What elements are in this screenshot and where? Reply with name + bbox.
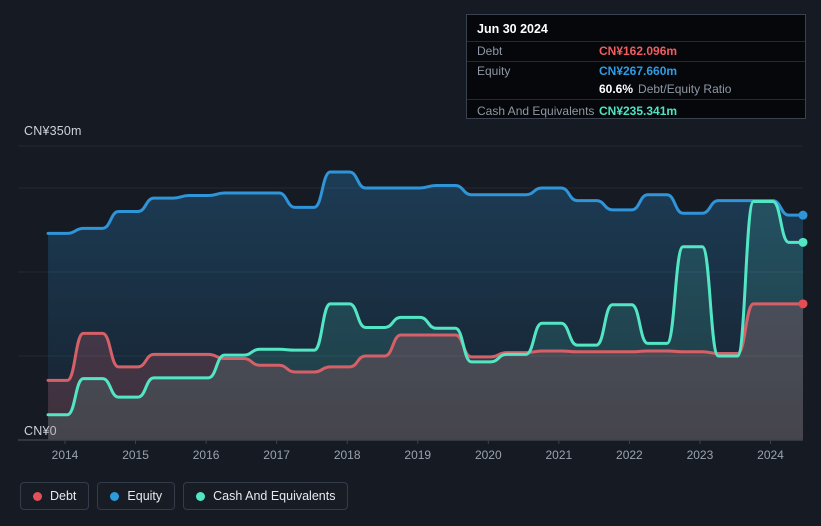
legend-item-debt[interactable]: Debt [20, 482, 90, 510]
tooltip-ratio-pct: 60.6% [599, 82, 634, 96]
x-axis-label-2019: 2019 [404, 448, 432, 462]
cash-and-equivalents-endpoint-dot [798, 237, 808, 247]
x-axis-label-2021: 2021 [545, 448, 573, 462]
x-axis-label-2014: 2014 [51, 448, 79, 462]
debt-endpoint-dot [798, 299, 808, 309]
x-axis-label-2015: 2015 [122, 448, 149, 462]
equity-endpoint-dot [798, 210, 808, 220]
x-axis-label-2020: 2020 [474, 448, 502, 462]
legend-cash-label: Cash And Equivalents [213, 489, 336, 503]
legend-equity-label: Equity [127, 489, 163, 503]
legend-item-equity[interactable]: Equity [97, 482, 176, 510]
x-axis-label-2017: 2017 [263, 448, 290, 462]
tooltip-equity-value: CN¥267.660m [599, 63, 678, 78]
tooltip-row-cash: Cash And Equivalents CN¥235.341m [467, 98, 805, 121]
legend-debt-label: Debt [50, 489, 77, 503]
tooltip-debt-label: Debt [477, 44, 503, 58]
cash-dot-icon [196, 491, 206, 501]
tooltip-row-ratio: 60.6% Debt/Equity Ratio [467, 80, 805, 99]
tooltip-ratio-label: Debt/Equity Ratio [638, 82, 732, 96]
x-axis-label-2016: 2016 [192, 448, 220, 462]
x-axis-label-2022: 2022 [616, 448, 643, 462]
tooltip-equity-label: Equity [477, 63, 511, 78]
debt-dot-icon [33, 491, 42, 501]
x-axis-label-2023: 2023 [686, 448, 714, 462]
debt-equity-history-page: { "y_axis": { "top_label": "CN¥350m", "b… [0, 0, 821, 526]
chart-tooltip: Jun 30 2024 Debt CN¥162.096m Equity CN¥2… [466, 14, 806, 119]
x-axis-label-2024: 2024 [757, 448, 784, 462]
legend-item-cash[interactable]: Cash And Equivalents [183, 482, 349, 510]
tooltip-date: Jun 30 2024 [477, 22, 548, 36]
tooltip-cash-label: Cash And Equivalents [477, 103, 595, 118]
tooltip-debt-value: CN¥162.096m [599, 44, 678, 58]
tooltip-row-equity: Equity CN¥267.660m [467, 60, 805, 81]
tooltip-cash-value: CN¥235.341m [599, 103, 678, 118]
tooltip-ratio: 60.6% Debt/Equity Ratio [599, 81, 731, 98]
chart-legend: Debt Equity Cash And Equivalents [20, 482, 349, 510]
x-axis-label-2018: 2018 [333, 448, 361, 462]
tooltip-row-debt: Debt CN¥162.096m [467, 41, 805, 61]
equity-dot-icon [110, 491, 120, 501]
